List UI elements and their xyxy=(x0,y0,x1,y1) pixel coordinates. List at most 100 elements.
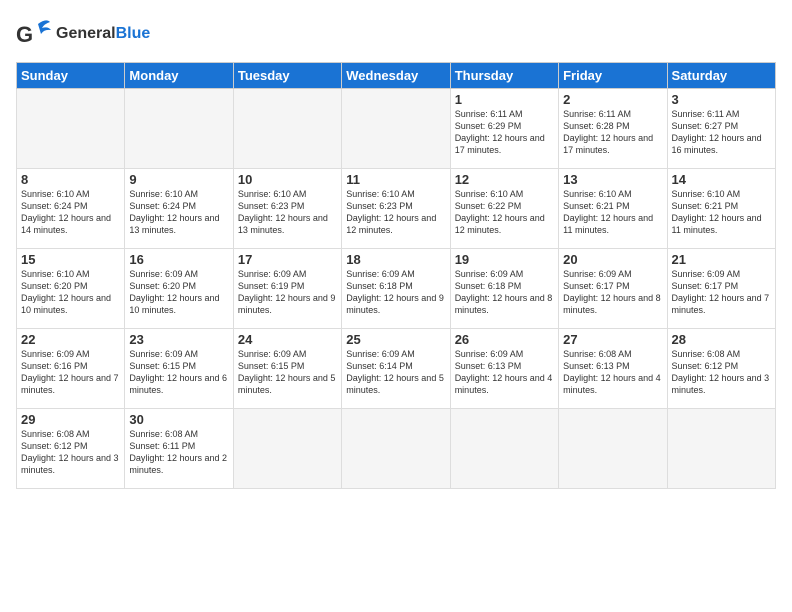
calendar-cell xyxy=(233,89,341,169)
calendar-cell xyxy=(559,409,667,489)
header-row: SundayMondayTuesdayWednesdayThursdayFrid… xyxy=(17,63,776,89)
calendar-cell: 26 Sunrise: 6:09 AMSunset: 6:13 PMDayligh… xyxy=(450,329,558,409)
cell-info: Sunrise: 6:10 AMSunset: 6:24 PMDaylight:… xyxy=(129,189,219,235)
cell-info: Sunrise: 6:09 AMSunset: 6:14 PMDaylight:… xyxy=(346,349,444,395)
calendar-cell: 28 Sunrise: 6:08 AMSunset: 6:12 PMDayligh… xyxy=(667,329,775,409)
calendar-cell: 20 Sunrise: 6:09 AMSunset: 6:17 PMDayligh… xyxy=(559,249,667,329)
col-header-wednesday: Wednesday xyxy=(342,63,450,89)
cell-info: Sunrise: 6:09 AMSunset: 6:20 PMDaylight:… xyxy=(129,269,219,315)
col-header-thursday: Thursday xyxy=(450,63,558,89)
day-number: 29 xyxy=(21,412,120,427)
calendar-cell xyxy=(450,409,558,489)
day-number: 13 xyxy=(563,172,662,187)
calendar-cell: 13 Sunrise: 6:10 AMSunset: 6:21 PMDayligh… xyxy=(559,169,667,249)
header: G GeneralBlue xyxy=(16,16,776,52)
day-number: 20 xyxy=(563,252,662,267)
day-number: 22 xyxy=(21,332,120,347)
logo: G GeneralBlue xyxy=(16,16,150,52)
calendar-cell: 9 Sunrise: 6:10 AMSunset: 6:24 PMDaylight… xyxy=(125,169,233,249)
cell-info: Sunrise: 6:08 AMSunset: 6:12 PMDaylight:… xyxy=(672,349,770,395)
cell-info: Sunrise: 6:08 AMSunset: 6:12 PMDaylight:… xyxy=(21,429,119,475)
svg-text:G: G xyxy=(16,22,33,47)
calendar-week-1: 8 Sunrise: 6:10 AMSunset: 6:24 PMDaylight… xyxy=(17,169,776,249)
cell-info: Sunrise: 6:11 AMSunset: 6:29 PMDaylight:… xyxy=(455,109,545,155)
calendar-cell: 8 Sunrise: 6:10 AMSunset: 6:24 PMDaylight… xyxy=(17,169,125,249)
calendar-cell: 29 Sunrise: 6:08 AMSunset: 6:12 PMDayligh… xyxy=(17,409,125,489)
cell-info: Sunrise: 6:08 AMSunset: 6:11 PMDaylight:… xyxy=(129,429,227,475)
calendar-cell: 18 Sunrise: 6:09 AMSunset: 6:18 PMDayligh… xyxy=(342,249,450,329)
calendar-cell: 2 Sunrise: 6:11 AMSunset: 6:28 PMDaylight… xyxy=(559,89,667,169)
day-number: 24 xyxy=(238,332,337,347)
day-number: 23 xyxy=(129,332,228,347)
calendar-cell: 19 Sunrise: 6:09 AMSunset: 6:18 PMDayligh… xyxy=(450,249,558,329)
calendar-cell: 11Sunrise: 6:10 AMSunset: 6:23 PMDayligh… xyxy=(342,169,450,249)
cell-info: Sunrise: 6:09 AMSunset: 6:18 PMDaylight:… xyxy=(455,269,553,315)
calendar-cell: 1 Sunrise: 6:11 AMSunset: 6:29 PMDaylight… xyxy=(450,89,558,169)
day-number: 18 xyxy=(346,252,445,267)
calendar-cell: 27 Sunrise: 6:08 AMSunset: 6:13 PMDayligh… xyxy=(559,329,667,409)
page-container: G GeneralBlue SundayMondayTuesdayWednesd… xyxy=(0,0,792,499)
day-number: 2 xyxy=(563,92,662,107)
cell-info: Sunrise: 6:09 AMSunset: 6:15 PMDaylight:… xyxy=(129,349,227,395)
calendar-week-3: 22 Sunrise: 6:09 AMSunset: 6:16 PMDayligh… xyxy=(17,329,776,409)
day-number: 28 xyxy=(672,332,771,347)
calendar-cell: 21 Sunrise: 6:09 AMSunset: 6:17 PMDayligh… xyxy=(667,249,775,329)
day-number: 17 xyxy=(238,252,337,267)
cell-info: Sunrise: 6:09 AMSunset: 6:17 PMDaylight:… xyxy=(672,269,770,315)
logo-blue: Blue xyxy=(116,25,151,42)
day-number: 15 xyxy=(21,252,120,267)
calendar-cell: 25 Sunrise: 6:09 AMSunset: 6:14 PMDayligh… xyxy=(342,329,450,409)
cell-info: Sunrise: 6:11 AMSunset: 6:27 PMDaylight:… xyxy=(672,109,762,155)
day-number: 8 xyxy=(21,172,120,187)
calendar-week-2: 15 Sunrise: 6:10 AMSunset: 6:20 PMDayligh… xyxy=(17,249,776,329)
cell-info: Sunrise: 6:08 AMSunset: 6:13 PMDaylight:… xyxy=(563,349,661,395)
logo-icon: G xyxy=(16,16,52,52)
cell-info: Sunrise: 6:10 AMSunset: 6:20 PMDaylight:… xyxy=(21,269,111,315)
day-number: 25 xyxy=(346,332,445,347)
calendar-table: SundayMondayTuesdayWednesdayThursdayFrid… xyxy=(16,62,776,489)
cell-info: Sunrise: 6:09 AMSunset: 6:13 PMDaylight:… xyxy=(455,349,553,395)
cell-info: Sunrise: 6:11 AMSunset: 6:28 PMDaylight:… xyxy=(563,109,653,155)
cell-info: Sunrise: 6:09 AMSunset: 6:17 PMDaylight:… xyxy=(563,269,661,315)
calendar-cell: 14Sunrise: 6:10 AMSunset: 6:21 PMDayligh… xyxy=(667,169,775,249)
day-number: 26 xyxy=(455,332,554,347)
col-header-sunday: Sunday xyxy=(17,63,125,89)
calendar-cell: 15 Sunrise: 6:10 AMSunset: 6:20 PMDayligh… xyxy=(17,249,125,329)
cell-info: Sunrise: 6:10 AMSunset: 6:22 PMDaylight:… xyxy=(455,189,545,235)
calendar-cell: 10 Sunrise: 6:10 AMSunset: 6:23 PMDayligh… xyxy=(233,169,341,249)
logo-general: General xyxy=(56,25,116,42)
calendar-cell xyxy=(233,409,341,489)
day-number: 1 xyxy=(455,92,554,107)
day-number: 3 xyxy=(672,92,771,107)
cell-info: Sunrise: 6:10 AMSunset: 6:23 PMDaylight:… xyxy=(346,189,436,235)
day-number: 12 xyxy=(455,172,554,187)
calendar-week-0: 1 Sunrise: 6:11 AMSunset: 6:29 PMDaylight… xyxy=(17,89,776,169)
cell-info: Sunrise: 6:09 AMSunset: 6:19 PMDaylight:… xyxy=(238,269,336,315)
col-header-monday: Monday xyxy=(125,63,233,89)
cell-info: Sunrise: 6:10 AMSunset: 6:21 PMDaylight:… xyxy=(563,189,653,235)
cell-info: Sunrise: 6:09 AMSunset: 6:16 PMDaylight:… xyxy=(21,349,119,395)
day-number: 27 xyxy=(563,332,662,347)
cell-info: Sunrise: 6:09 AMSunset: 6:15 PMDaylight:… xyxy=(238,349,336,395)
calendar-week-4: 29 Sunrise: 6:08 AMSunset: 6:12 PMDayligh… xyxy=(17,409,776,489)
cell-info: Sunrise: 6:10 AMSunset: 6:23 PMDaylight:… xyxy=(238,189,328,235)
day-number: 9 xyxy=(129,172,228,187)
day-number: 19 xyxy=(455,252,554,267)
cell-info: Sunrise: 6:10 AMSunset: 6:24 PMDaylight:… xyxy=(21,189,111,235)
col-header-friday: Friday xyxy=(559,63,667,89)
day-number: 14 xyxy=(672,172,771,187)
day-number: 21 xyxy=(672,252,771,267)
calendar-cell xyxy=(17,89,125,169)
calendar-cell: 16Sunrise: 6:09 AMSunset: 6:20 PMDayligh… xyxy=(125,249,233,329)
day-number: 30 xyxy=(129,412,228,427)
calendar-cell: 12 Sunrise: 6:10 AMSunset: 6:22 PMDayligh… xyxy=(450,169,558,249)
day-number: 10 xyxy=(238,172,337,187)
col-header-saturday: Saturday xyxy=(667,63,775,89)
calendar-cell: 22 Sunrise: 6:09 AMSunset: 6:16 PMDayligh… xyxy=(17,329,125,409)
calendar-cell: 24 Sunrise: 6:09 AMSunset: 6:15 PMDayligh… xyxy=(233,329,341,409)
calendar-cell: 30 Sunrise: 6:08 AMSunset: 6:11 PMDayligh… xyxy=(125,409,233,489)
calendar-cell: 17 Sunrise: 6:09 AMSunset: 6:19 PMDayligh… xyxy=(233,249,341,329)
cell-info: Sunrise: 6:09 AMSunset: 6:18 PMDaylight:… xyxy=(346,269,444,315)
calendar-cell xyxy=(125,89,233,169)
col-header-tuesday: Tuesday xyxy=(233,63,341,89)
